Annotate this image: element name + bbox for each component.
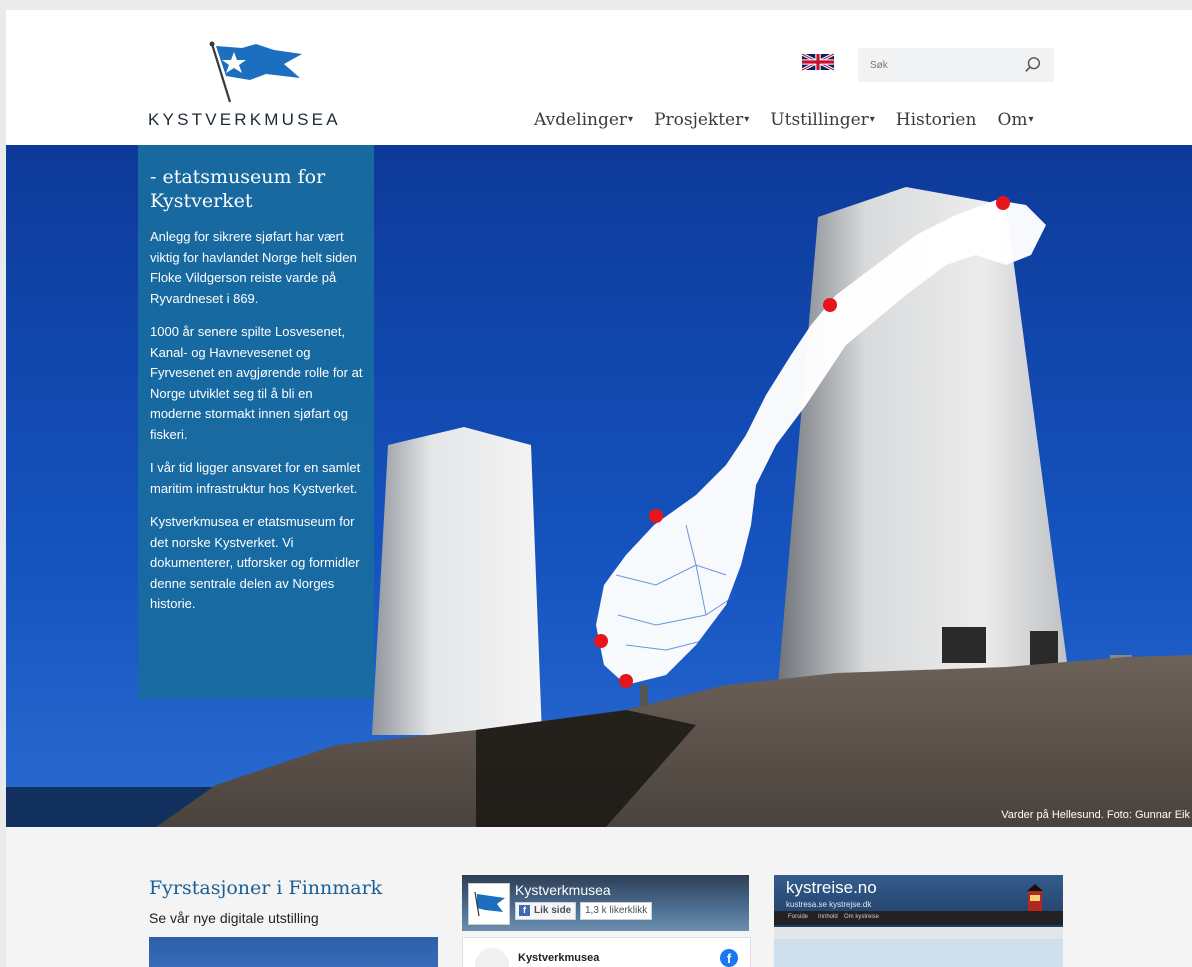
chevron-down-icon: ▾ (1028, 114, 1034, 125)
facebook-like-button[interactable]: f Lik side (515, 902, 577, 920)
nav-item-historien[interactable]: Historien (890, 110, 983, 130)
kystreise-title: kystreise.no (786, 878, 877, 897)
facebook-card-name[interactable]: Kystverkmusea (518, 952, 599, 964)
intro-paragraph: I vår tid ligger ansvaret for en samlet … (150, 460, 361, 496)
kystreise-navbar: Forside Innhold Om kystreise (774, 911, 1063, 925)
page: KYSTVERKMUSEA Avdelinger▾ Prosjekter▾ Ut… (6, 10, 1192, 967)
feature-title-link[interactable]: Fyrstasjoner i Finnmark (149, 877, 382, 899)
logo-wordmark: KYSTVERKMUSEA (148, 110, 341, 129)
nav-label: Avdelinger (534, 110, 628, 130)
photo-credit: Varder på Hellesund. Foto: Gunnar Eik (1001, 809, 1190, 821)
english-flag-icon[interactable] (802, 53, 834, 71)
site-logo[interactable]: KYSTVERKMUSEA (146, 38, 376, 133)
facebook-icon[interactable]: f (720, 949, 738, 967)
facebook-post-card[interactable]: Kystverkmusea f (462, 937, 751, 967)
hero-banner: - etatsmuseum for Kystverket Anlegg for … (6, 145, 1192, 827)
map-area (774, 939, 1063, 967)
like-label: Lik side (534, 905, 572, 916)
intro-panel: - etatsmuseum for Kystverket Anlegg for … (138, 145, 374, 699)
search-box (858, 48, 1054, 82)
nav-item-avdelinger[interactable]: Avdelinger▾ (528, 110, 639, 130)
nav-item-utstillinger[interactable]: Utstillinger▾ (764, 110, 881, 130)
chevron-down-icon: ▾ (869, 114, 875, 125)
intro-paragraph: Kystverkmusea er etatsmuseum for det nor… (150, 514, 360, 611)
nav-label: Om (997, 110, 1028, 130)
facebook-widget: Kystverkmusea f Lik side 1,3 k likerklik… (462, 875, 751, 967)
kystreise-subtitle: kustresa.se kystrejse.dk (786, 900, 872, 909)
kystreise-widget[interactable]: kystreise.no kustresa.se kystrejse.dk Fo… (774, 875, 1063, 967)
facebook-page-name[interactable]: Kystverkmusea (515, 882, 611, 898)
kystreise-map (774, 927, 1063, 967)
flag-logo-icon (474, 891, 505, 917)
avatar (475, 948, 509, 967)
nav-label: Prosjekter (654, 110, 744, 130)
nav-item-om[interactable]: Om▾ (991, 110, 1039, 130)
kystreise-nav-item: Innhold (818, 914, 838, 920)
main-nav: Avdelinger▾ Prosjekter▾ Utstillinger▾ Hi… (528, 110, 1049, 130)
flag-logo-icon (209, 41, 302, 103)
chevron-down-icon: ▾ (628, 114, 634, 125)
like-count: 1,3 k likerklikk (580, 902, 653, 920)
feature-image[interactable] (149, 937, 438, 967)
kystreise-nav-item: Om kystreise (844, 914, 880, 920)
intro-title: - etatsmuseum for Kystverket (150, 166, 326, 212)
content-section: Fyrstasjoner i Finnmark Se vår nye digit… (6, 827, 1192, 967)
intro-paragraph: 1000 år senere spilte Losvesenet, Kanal-… (150, 324, 363, 442)
facebook-icon: f (519, 905, 530, 916)
page-logo (468, 883, 510, 925)
feature-subtitle: Se vår nye digitale utstilling (149, 910, 319, 926)
search-input[interactable] (868, 54, 1022, 76)
nav-label: Utstillinger (770, 110, 869, 130)
intro-paragraph: Anlegg for sikrere sjøfart har vært vikt… (150, 229, 357, 306)
nav-item-prosjekter[interactable]: Prosjekter▾ (648, 110, 755, 130)
kystreise-nav-item: Forside (788, 914, 809, 920)
search-icon[interactable] (1024, 56, 1042, 74)
chevron-down-icon: ▾ (744, 114, 750, 125)
nav-label: Historien (895, 110, 977, 130)
facebook-banner[interactable]: Kystverkmusea f Lik side 1,3 k likerklik… (462, 875, 749, 931)
